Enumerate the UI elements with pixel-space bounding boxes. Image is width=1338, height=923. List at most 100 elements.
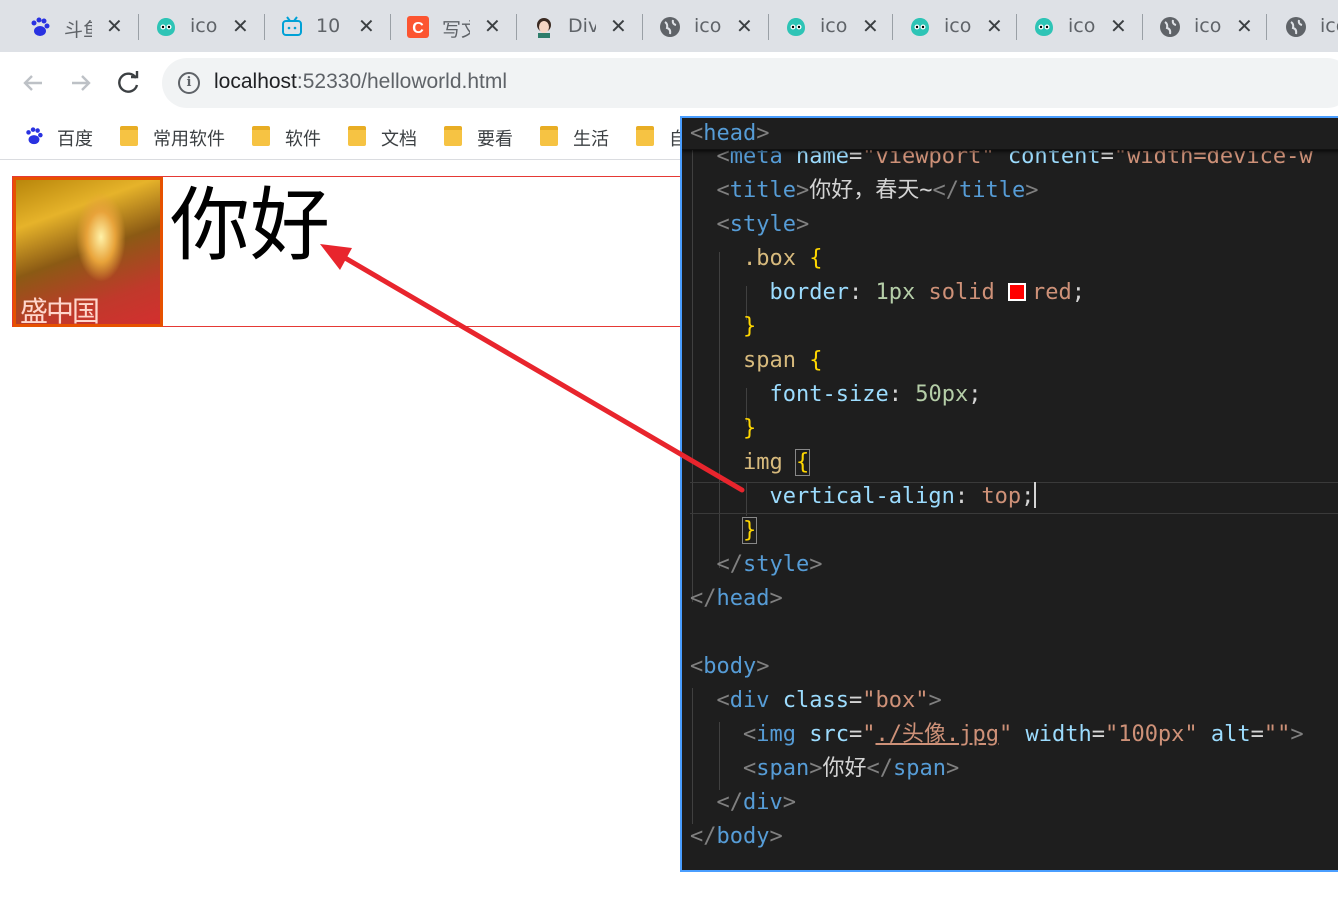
url-host: localhost [214,70,297,93]
folder-icon [540,126,558,146]
globe-icon [1286,17,1306,37]
iconfont-icon [911,18,929,36]
close-icon[interactable]: ✕ [862,14,879,38]
bilibili-icon [282,16,302,36]
folder-icon [636,126,654,146]
bookmark-label: 百度 [57,129,93,150]
code-line-vertical-align: vertical-align: top; [769,482,1037,509]
code-line-head-open: <head> [690,121,770,146]
close-icon[interactable]: ✕ [106,14,123,38]
code-line-img-selector: img { [742,449,811,476]
tab-strip: 斗鱼 ✕ icon ✕ 10 ✕ C 写文 ✕ [0,0,1338,52]
tab-title: icon [944,15,972,37]
iconfont-icon [1035,18,1053,36]
tab-title: icon [820,15,848,37]
bookmark-label: 文档 [381,129,417,150]
tab-title: Div [568,15,596,37]
bookmark-folder[interactable]: 要看 [444,124,524,150]
url-text[interactable]: localhost:52330/helloworld.html [214,70,507,94]
bookmark-label: 软件 [285,129,321,150]
code-line-style-open: <style> [716,212,810,237]
baidu-paw-icon [31,17,50,36]
code-line-close-brace: } [742,416,757,441]
code-line-head-close: </head> [690,586,783,611]
tab-title: 10 [316,15,341,37]
code-line-body-open: <body> [690,654,770,679]
tab-title: icon [190,15,218,37]
globe-icon [660,17,680,37]
close-icon[interactable]: ✕ [986,14,1003,38]
src-path-link[interactable]: ./头像.jpg [875,722,998,747]
globe-icon [1160,17,1180,37]
bookmark-folder[interactable]: 文档 [348,124,428,150]
demo-box: 盛中国 你好 [12,176,712,327]
tab-icon[interactable]: icon ✕ [1004,6,1128,46]
info-icon[interactable]: i [178,72,200,94]
folder-icon [120,126,138,146]
code-line-img-tag: <img src="./头像.jpg" width="100px" alt=""… [742,722,1304,747]
close-icon[interactable]: ✕ [484,14,501,38]
code-editor-panel[interactable]: <meta name="viewport" content="width=dev… [680,116,1338,872]
tab-csdn[interactable]: C 写文 ✕ [378,6,502,46]
code-line-div-close: </div> [716,790,797,815]
code-line-close-brace: } [741,517,758,544]
text-cursor [1034,482,1037,508]
folder-icon [252,126,270,146]
close-icon[interactable]: ✕ [1110,14,1127,38]
forward-arrow-icon[interactable] [66,68,96,98]
close-icon[interactable]: ✕ [736,14,753,38]
bookmark-folder[interactable]: 自 [636,124,687,150]
close-icon[interactable]: ✕ [232,14,249,38]
tab-globe[interactable]: icon ✕ [630,6,754,46]
image-logo-text: 盛中国 [20,295,100,327]
folder-icon [348,126,366,146]
figure-artwork [76,192,126,282]
color-swatch-icon[interactable] [1007,283,1026,301]
code-line-div-open: <div class="box"> [716,688,942,713]
tab-title: icon [1068,15,1096,37]
bookmark-folder[interactable]: 软件 [252,124,332,150]
address-bar[interactable]: i localhost:52330/helloworld.html [162,58,1338,108]
bookmark-label: 生活 [573,129,609,150]
tab-bilibili[interactable]: 10 ✕ [252,6,376,46]
browser-toolbar: i localhost:52330/helloworld.html [0,52,1338,114]
code-line-close-brace: } [742,314,757,339]
code-line-title: <title>你好，春天~</title> [716,178,1039,203]
back-arrow-icon[interactable] [18,68,48,98]
tab-div[interactable]: Div ✕ [504,6,628,46]
csdn-icon: C [407,16,429,38]
tab-title: icon [694,15,722,37]
close-icon[interactable]: ✕ [1236,14,1253,38]
tab-icon[interactable]: icon ✕ [880,6,1004,46]
code-line-style-close: </style> [716,552,823,577]
code-line-font-size: font-size: 50px; [769,382,982,407]
tab-title: ico [1320,15,1338,37]
tab-title: 斗鱼 [64,19,92,41]
close-icon[interactable]: ✕ [610,14,627,38]
bookmark-baidu[interactable]: 百度 [24,124,104,150]
avatar-icon [537,18,551,38]
tab-icon[interactable]: icon ✕ [756,6,880,46]
tab-globe[interactable]: icon ✕ [1130,6,1254,46]
bookmark-folder[interactable]: 常用软件 [120,124,230,150]
tab-icon[interactable]: icon ✕ [126,6,250,46]
tab-title: 写文 [442,19,470,41]
code-line-box-selector: .box { [742,246,823,271]
reload-icon[interactable] [114,68,144,98]
code-line-body-close: </body> [690,824,783,849]
url-path: :52330/helloworld.html [296,70,508,93]
code-line-border: border: 1px solid red; [769,280,1085,305]
svg-text:C: C [412,20,424,37]
sticky-scroll-header[interactable]: <head> [682,118,1338,150]
bookmark-folder[interactable]: 生活 [540,124,620,150]
folder-icon [444,126,462,146]
tab-globe[interactable]: ico [1256,6,1338,46]
iconfont-icon [787,18,805,36]
tab-douyu[interactable]: 斗鱼 ✕ [0,6,124,46]
close-icon[interactable]: ✕ [358,14,375,38]
iconfont-icon [157,18,175,36]
avatar-image: 盛中国 [13,177,163,327]
bookmark-label: 要看 [477,129,513,150]
baidu-paw-icon [26,127,43,145]
code-line-span-selector: span { [742,348,823,373]
